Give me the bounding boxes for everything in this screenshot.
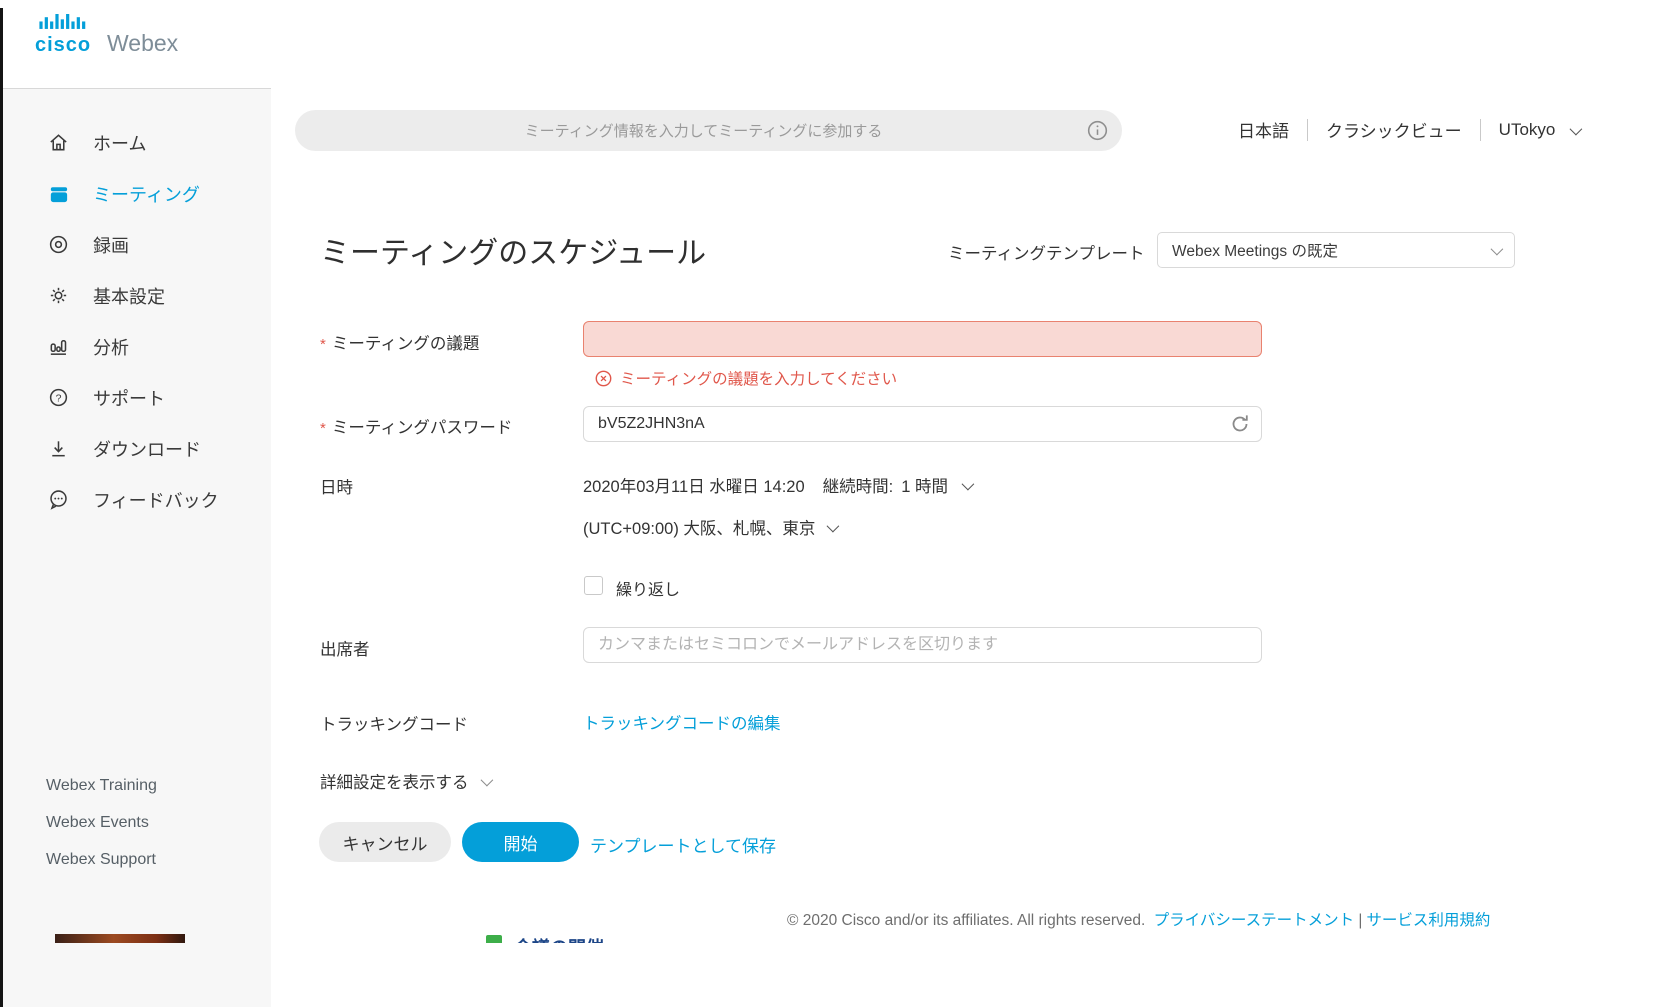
sidebar-item-label: 基本設定	[93, 283, 165, 309]
webex-events-link[interactable]: Webex Events	[46, 814, 157, 832]
topic-input[interactable]	[583, 321, 1262, 357]
classic-view-link[interactable]: クラシックビュー	[1326, 117, 1462, 142]
cancel-button[interactable]: キャンセル	[319, 822, 451, 862]
chevron-down-icon	[1491, 242, 1504, 255]
divider	[1480, 119, 1481, 141]
sidebar-item-label: 録画	[93, 232, 129, 258]
calendar-icon	[46, 182, 70, 206]
topic-label-row: ミーティングの議題	[320, 330, 479, 354]
chevron-down-icon[interactable]	[827, 519, 840, 532]
sidebar-item-label: 分析	[93, 334, 129, 360]
tracking-label: トラッキングコード	[320, 711, 468, 735]
sidebar: ホーム ミーティング	[0, 88, 271, 1007]
chevron-down-icon	[1570, 122, 1583, 135]
password-input[interactable]	[583, 406, 1262, 442]
advanced-toggle-label: 詳細設定を表示する	[320, 769, 469, 793]
feedback-icon	[46, 488, 70, 512]
duration-value: 1 時間	[901, 473, 948, 497]
chevron-down-icon	[480, 773, 493, 786]
webex-support-link[interactable]: Webex Support	[46, 851, 157, 869]
join-meeting-input[interactable]	[335, 110, 1072, 153]
cisco-wordmark: cisco	[35, 35, 95, 55]
datetime-value: 2020年03月11日 水曜日 14:20	[583, 473, 805, 497]
divider	[1307, 119, 1308, 141]
terms-of-service-link[interactable]: サービス利用規約	[1366, 912, 1490, 929]
recurrence-label: 繰り返し	[616, 576, 680, 600]
sidebar-item-home[interactable]: ホーム	[0, 117, 271, 168]
webex-scheduler-page: cisco Webex ホーム	[0, 0, 1675, 1007]
password-label: ミーティングパスワード	[320, 419, 512, 437]
sidebar-menu: ホーム ミーティング	[0, 89, 271, 525]
footer: © 2020 Cisco and/or its affiliates. All …	[787, 908, 1675, 930]
start-button[interactable]: 開始	[462, 822, 579, 862]
template-dropdown[interactable]: Webex Meetings の既定	[1157, 232, 1515, 268]
template-label: ミーティングテンプレート	[948, 240, 1145, 264]
download-icon	[46, 437, 70, 461]
duration-label: 継続時間:	[823, 473, 894, 497]
copyright-text: © 2020 Cisco and/or its affiliates. All …	[787, 912, 1145, 929]
sidebar-item-meetings[interactable]: ミーティング	[0, 168, 271, 219]
save-as-template-link[interactable]: テンプレートとして保存	[590, 832, 776, 857]
svg-text:?: ?	[55, 392, 61, 404]
topic-error-text: ミーティングの議題を入力してください	[620, 367, 897, 389]
privacy-statement-link[interactable]: プライバシーステートメント	[1154, 912, 1354, 929]
webex-training-link[interactable]: Webex Training	[46, 777, 157, 795]
user-menu[interactable]: UTokyo	[1499, 120, 1579, 140]
sidebar-item-preferences[interactable]: 基本設定	[0, 270, 271, 321]
user-name: UTokyo	[1499, 120, 1556, 139]
topic-error-row: ミーティングの議題を入力してください	[595, 367, 897, 389]
home-icon	[46, 131, 70, 155]
sidebar-item-label: ダウンロード	[93, 436, 201, 462]
page-title: ミーティングのスケジュール	[320, 228, 706, 272]
password-label-row: ミーティングパスワード	[320, 414, 512, 438]
bottom-center-window-artifact: 会議の開催	[458, 934, 838, 943]
language-selector[interactable]: 日本語	[1238, 117, 1289, 142]
datetime-label: 日時	[320, 474, 353, 498]
sidebar-item-label: サポート	[93, 385, 165, 411]
sidebar-footer-links: Webex Training Webex Events Webex Suppor…	[46, 777, 157, 888]
sidebar-item-recordings[interactable]: 録画	[0, 219, 271, 270]
timezone-value: (UTC+09:00) 大阪、札幌、東京	[583, 515, 815, 539]
edit-tracking-code-link[interactable]: トラッキングコードの編集	[583, 710, 781, 734]
footer-separator: |	[1358, 912, 1362, 929]
attendees-label: 出席者	[320, 636, 370, 660]
sidebar-item-label: ホーム	[93, 130, 146, 156]
sidebar-item-label: ミーティング	[93, 181, 200, 207]
info-icon[interactable]	[1087, 120, 1108, 141]
help-icon: ?	[46, 386, 70, 410]
timezone-selector[interactable]: (UTC+09:00) 大阪、札幌、東京	[583, 515, 836, 539]
chevron-down-icon[interactable]	[962, 477, 975, 490]
show-advanced-settings-toggle[interactable]: 詳細設定を表示する	[320, 769, 490, 793]
top-navigation: 日本語 クラシックビュー UTokyo	[1238, 117, 1579, 142]
sidebar-item-label: フィードバック	[93, 487, 219, 513]
left-edge-artifact	[0, 8, 3, 1007]
recurrence-checkbox[interactable]	[584, 576, 603, 595]
webex-wordmark: Webex	[107, 32, 178, 55]
record-icon	[46, 233, 70, 257]
cisco-webex-logo: cisco Webex	[35, 14, 178, 55]
topic-label: ミーティングの議題	[320, 335, 479, 353]
clipped-window-text: 会議の開催	[514, 934, 604, 943]
sidebar-item-feedback[interactable]: フィードバック	[0, 474, 271, 525]
bar-chart-icon	[46, 335, 70, 359]
datetime-selector[interactable]: 2020年03月11日 水曜日 14:20 継続時間: 1 時間	[583, 473, 971, 497]
gear-icon	[46, 284, 70, 308]
sidebar-item-downloads[interactable]: ダウンロード	[0, 423, 271, 474]
cisco-logo-block: cisco	[35, 14, 95, 55]
join-meeting-search	[295, 110, 1122, 151]
error-icon	[595, 370, 612, 387]
sidebar-item-support[interactable]: ? サポート	[0, 372, 271, 423]
template-value: Webex Meetings の既定	[1172, 239, 1338, 261]
sidebar-item-insights[interactable]: 分析	[0, 321, 271, 372]
green-square-icon	[486, 935, 502, 943]
bottom-left-window-artifact	[55, 934, 185, 943]
attendees-input[interactable]	[583, 627, 1262, 663]
cisco-bars-icon	[35, 14, 95, 30]
regenerate-password-icon[interactable]	[1228, 412, 1252, 436]
